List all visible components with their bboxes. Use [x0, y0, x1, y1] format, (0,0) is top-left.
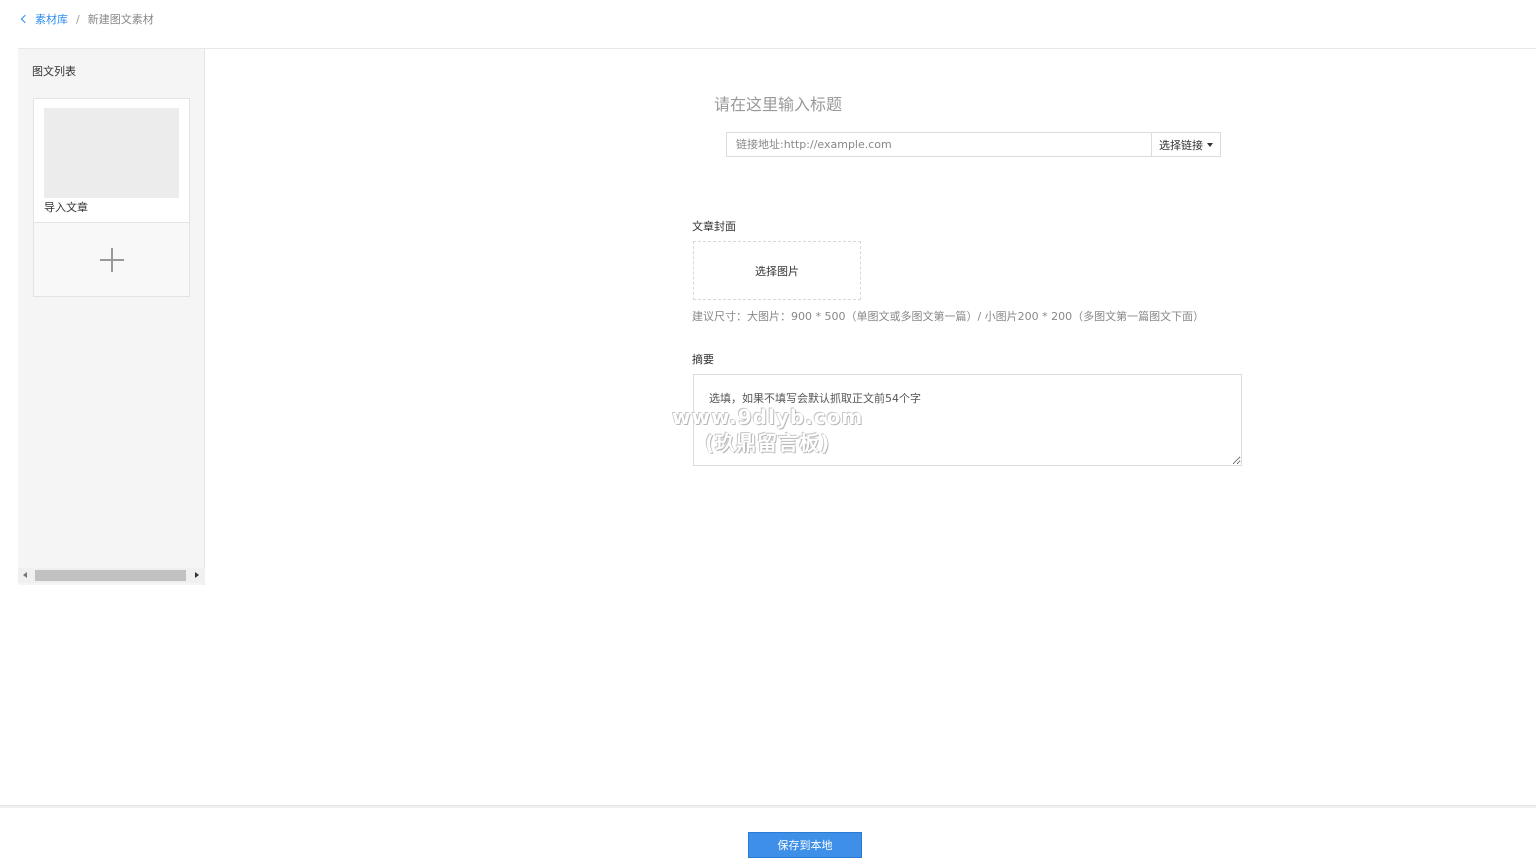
- breadcrumb-back-link[interactable]: 素材库: [20, 11, 68, 27]
- cover-size-hint: 建议尺寸：大图片：900 * 500（单图文或多图文第一篇）/ 小图片200 *…: [692, 310, 1205, 323]
- summary-label: 摘要: [692, 353, 714, 366]
- select-image-button[interactable]: 选择图片: [693, 241, 861, 300]
- chevron-left-icon: [20, 14, 30, 24]
- breadcrumb: 素材库 / 新建图文素材: [20, 11, 154, 27]
- breadcrumb-separator: /: [76, 12, 80, 26]
- title-input[interactable]: [714, 90, 1174, 118]
- plus-icon: [99, 247, 124, 272]
- save-local-button[interactable]: 保存到本地: [748, 832, 862, 858]
- link-url-input[interactable]: [726, 132, 1151, 157]
- article-list-item[interactable]: 导入文章: [33, 98, 190, 223]
- link-input-group: 选择链接: [726, 132, 1221, 157]
- article-thumbnail: [44, 108, 179, 198]
- select-link-label: 选择链接: [1159, 138, 1203, 152]
- article-label: 导入文章: [44, 201, 88, 214]
- add-article-button[interactable]: [33, 223, 190, 297]
- summary-textarea[interactable]: [693, 374, 1242, 466]
- horizontal-scrollbar[interactable]: [18, 568, 205, 583]
- scrollbar-thumb[interactable]: [35, 570, 186, 581]
- sidebar-title: 图文列表: [32, 65, 76, 78]
- header-divider: [18, 48, 1536, 49]
- cover-label: 文章封面: [692, 220, 736, 233]
- article-list-sidebar: 图文列表 导入文章: [18, 49, 205, 585]
- breadcrumb-current: 新建图文素材: [87, 13, 154, 26]
- caret-down-icon: [1207, 142, 1213, 147]
- select-image-label: 选择图片: [755, 264, 799, 278]
- footer-divider: [0, 805, 1536, 808]
- select-link-dropdown[interactable]: 选择链接: [1151, 132, 1221, 157]
- scroll-left-arrow-icon[interactable]: [23, 572, 27, 578]
- scroll-right-arrow-icon[interactable]: [195, 572, 199, 578]
- breadcrumb-back-label: 素材库: [35, 13, 68, 26]
